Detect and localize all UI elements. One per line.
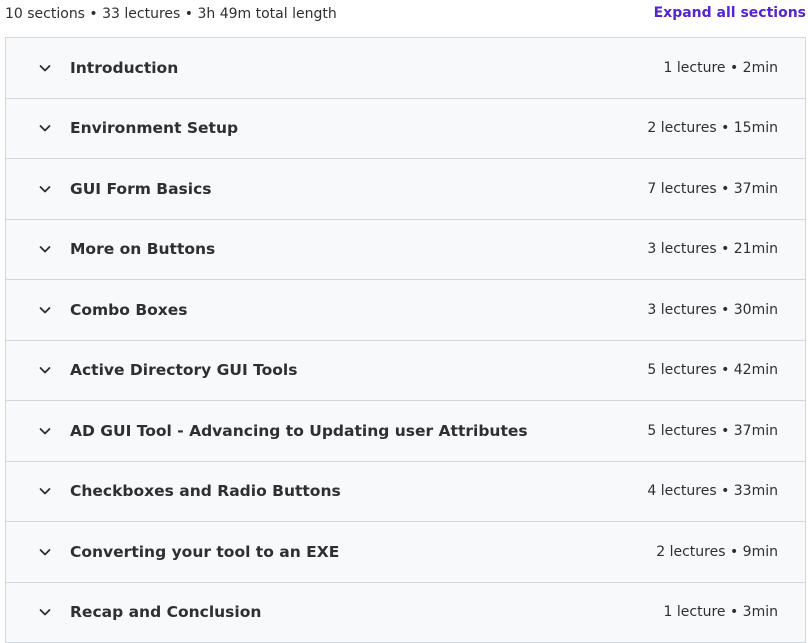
chevron-down-icon [37,483,53,499]
section-title: Active Directory GUI Tools [70,361,297,379]
section-meta: 5 lectures • 37min [647,423,778,439]
section-meta: 4 lectures • 33min [647,483,778,499]
curriculum-summary: 10 sections • 33 lectures • 3h 49m total… [5,6,337,22]
chevron-down-icon [37,302,53,318]
section-title: Combo Boxes [70,301,188,319]
chevron-down-icon [37,423,53,439]
section-row[interactable]: Environment Setup 2 lectures • 15min [6,99,805,160]
chevron-down-icon [37,181,53,197]
section-meta: 5 lectures • 42min [647,362,778,378]
section-row[interactable]: Introduction 1 lecture • 2min [6,38,805,99]
section-meta: 3 lectures • 30min [647,302,778,318]
chevron-down-icon [37,604,53,620]
section-title: GUI Form Basics [70,180,212,198]
section-meta: 7 lectures • 37min [647,181,778,197]
section-row[interactable]: Active Directory GUI Tools 5 lectures • … [6,341,805,402]
section-row[interactable]: Recap and Conclusion 1 lecture • 3min [6,583,805,643]
section-title: AD GUI Tool - Advancing to Updating user… [70,422,528,440]
section-row[interactable]: More on Buttons 3 lectures • 21min [6,220,805,281]
section-title: More on Buttons [70,240,215,258]
chevron-down-icon [37,544,53,560]
section-title: Recap and Conclusion [70,603,261,621]
section-meta: 2 lectures • 15min [647,120,778,136]
curriculum-section-list: Introduction 1 lecture • 2min Environmen… [5,37,806,643]
section-meta: 1 lecture • 3min [664,604,778,620]
section-row[interactable]: Combo Boxes 3 lectures • 30min [6,280,805,341]
chevron-down-icon [37,60,53,76]
chevron-down-icon [37,120,53,136]
chevron-down-icon [37,362,53,378]
section-meta: 3 lectures • 21min [647,241,778,257]
section-meta: 1 lecture • 2min [664,60,778,76]
section-row[interactable]: GUI Form Basics 7 lectures • 37min [6,159,805,220]
section-title: Checkboxes and Radio Buttons [70,482,341,500]
chevron-down-icon [37,241,53,257]
section-title: Environment Setup [70,119,238,137]
section-title: Introduction [70,59,178,77]
section-meta: 2 lectures • 9min [656,544,778,560]
section-row[interactable]: Checkboxes and Radio Buttons 4 lectures … [6,462,805,523]
section-row[interactable]: AD GUI Tool - Advancing to Updating user… [6,401,805,462]
section-title: Converting your tool to an EXE [70,543,339,561]
curriculum-summary-bar: 10 sections • 33 lectures • 3h 49m total… [0,0,808,30]
section-row[interactable]: Converting your tool to an EXE 2 lecture… [6,522,805,583]
expand-all-sections-button[interactable]: Expand all sections [654,5,806,21]
